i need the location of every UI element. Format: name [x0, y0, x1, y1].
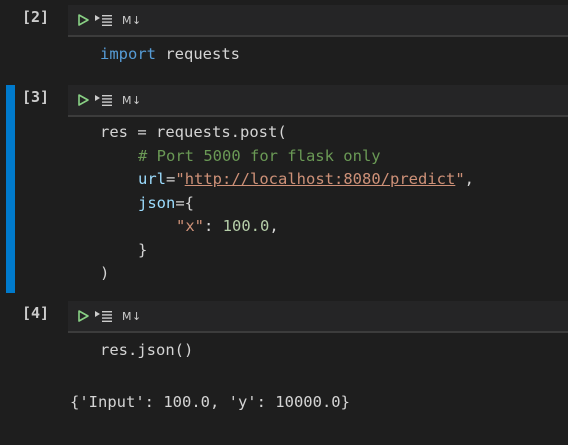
run-cell-icon[interactable] [76, 90, 90, 110]
code-line: # Port 5000 for flask only [100, 145, 474, 169]
cell-editor[interactable]: import requests [100, 43, 240, 67]
run-above-icon[interactable] [94, 306, 114, 326]
code-token: " [175, 170, 185, 188]
code-cell-2[interactable]: [2] M↓ import requests [0, 0, 568, 78]
code-cell-3[interactable]: [3] M↓ res = requests.post(# Port 5000 f… [0, 83, 568, 295]
run-cell-icon[interactable] [76, 306, 90, 326]
code-line: ) [100, 262, 474, 286]
code-token: : [204, 217, 223, 235]
cell-toolbar: M↓ [68, 85, 568, 117]
code-token: res.json() [100, 341, 194, 359]
code-token: res [100, 123, 138, 141]
code-token: , [464, 170, 474, 188]
execution-count: [4] [22, 304, 50, 322]
cell-toolbar: M↓ [68, 301, 568, 333]
code-token: = [166, 170, 176, 188]
cell-output: {'Input': 100.0, 'y': 10000.0} [70, 393, 350, 411]
code-token: } [138, 240, 148, 259]
code-token: "x" [176, 217, 204, 235]
code-comment: # Port 5000 for flask only [138, 146, 381, 165]
cell-toolbar: M↓ [68, 5, 568, 37]
cell-editor[interactable]: res.json() [100, 339, 193, 363]
execution-count: [3] [22, 88, 50, 106]
code-token: 100.0 [222, 217, 270, 235]
url-link[interactable]: http://localhost:8080/predict [185, 170, 456, 188]
run-above-icon[interactable] [94, 10, 114, 30]
code-line: json={ [100, 192, 474, 216]
code-token: requests [156, 45, 240, 63]
cell-editor[interactable]: res = requests.post(# Port 5000 for flas… [100, 121, 474, 286]
code-token: url [138, 170, 166, 188]
code-token: ) [100, 264, 110, 282]
run-cell-icon[interactable] [76, 10, 90, 30]
markdown-toggle-button[interactable]: M↓ [122, 94, 142, 107]
notebook: [2] M↓ import requests [3] M↓ res = requ… [0, 0, 568, 445]
code-token: " [455, 170, 465, 188]
code-line: url="http://localhost:8080/predict", [100, 168, 474, 192]
code-token: ={ [175, 193, 194, 212]
code-line: res = requests.post( [100, 121, 474, 145]
code-token: requests.post( [146, 123, 287, 141]
run-above-icon[interactable] [94, 90, 114, 110]
code-token: , [269, 217, 279, 235]
code-token: import [100, 45, 156, 63]
execution-count: [2] [22, 8, 50, 26]
code-line: "x": 100.0, [100, 215, 474, 239]
code-token: = [137, 123, 147, 141]
code-token: json [138, 193, 176, 212]
code-line: } [100, 239, 474, 263]
code-cell-4[interactable]: [4] M↓ res.json() [0, 299, 568, 445]
markdown-toggle-button[interactable]: M↓ [122, 310, 142, 323]
markdown-toggle-button[interactable]: M↓ [122, 14, 142, 27]
